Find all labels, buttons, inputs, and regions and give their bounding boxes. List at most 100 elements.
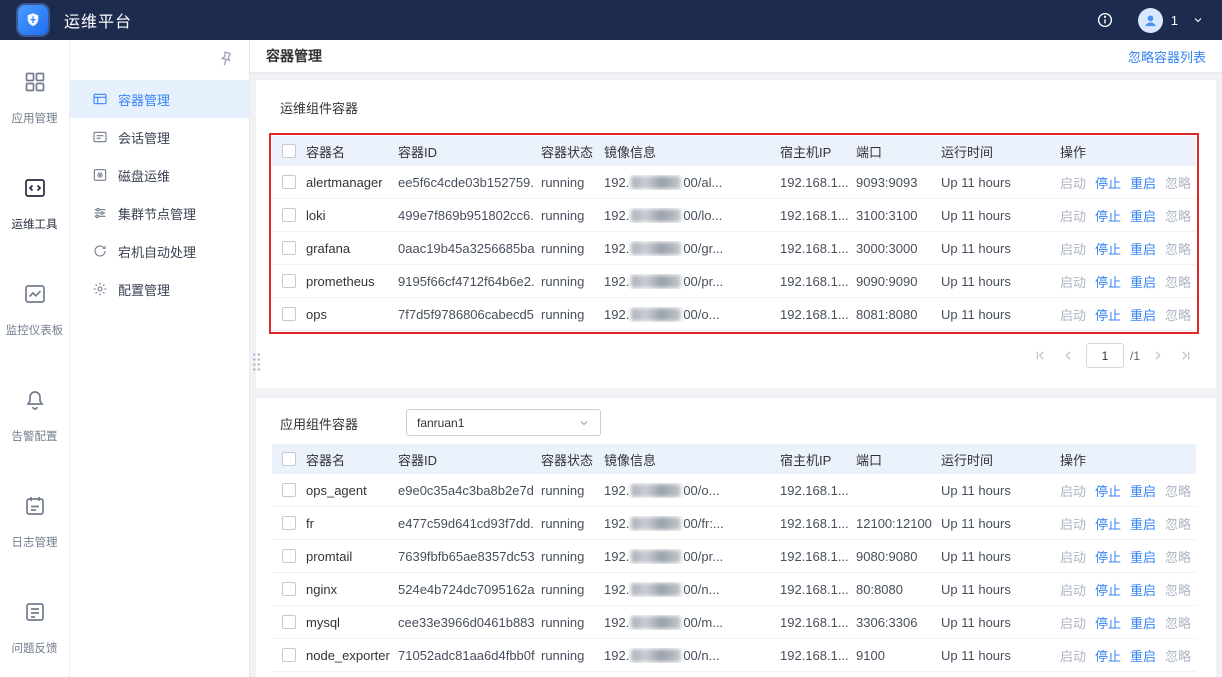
row-checkbox[interactable] xyxy=(282,208,296,222)
action-restart-link[interactable]: 重启 xyxy=(1130,613,1156,632)
action-ignore-link[interactable]: 忽略 xyxy=(1165,613,1191,632)
action-stop-link[interactable]: 停止 xyxy=(1095,646,1121,665)
action-stop-link[interactable]: 停止 xyxy=(1095,305,1121,324)
action-ignore-link[interactable]: 忽略 xyxy=(1165,239,1191,258)
table-row: promtail 7639fbfb65ae8357dc53... running 19… xyxy=(272,540,1196,573)
action-ignore-link[interactable]: 忽略 xyxy=(1165,580,1191,599)
action-ignore-link[interactable]: 忽略 xyxy=(1165,272,1191,291)
action-start-link[interactable]: 启动 xyxy=(1060,173,1086,192)
row-checkbox[interactable] xyxy=(282,241,296,255)
sidebar-item-log-management[interactable]: 日志管理 xyxy=(12,494,58,550)
action-restart-link[interactable]: 重启 xyxy=(1130,514,1156,533)
submenu-item-cluster-node-management[interactable]: 集群节点管理 xyxy=(70,194,249,232)
sidebar-item-app-management[interactable]: 应用管理 xyxy=(12,70,58,126)
action-start-link[interactable]: 启动 xyxy=(1060,305,1086,324)
action-ignore-link[interactable]: 忽略 xyxy=(1165,481,1191,500)
action-start-link[interactable]: 启动 xyxy=(1060,613,1086,632)
submenu-item-disk-ops[interactable]: 磁盘运维 xyxy=(70,156,249,194)
port-mapping: 9093:9093 xyxy=(856,174,918,190)
action-start-link[interactable]: 启动 xyxy=(1060,514,1086,533)
action-ignore-link[interactable]: 忽略 xyxy=(1165,206,1191,225)
action-restart-link[interactable]: 重启 xyxy=(1130,206,1156,225)
first-page-button[interactable] xyxy=(1030,344,1052,368)
action-restart-link[interactable]: 重启 xyxy=(1130,580,1156,599)
action-stop-link[interactable]: 停止 xyxy=(1095,206,1121,225)
row-checkbox[interactable] xyxy=(282,175,296,189)
pin-icon[interactable] xyxy=(215,48,237,70)
action-start-link[interactable]: 启动 xyxy=(1060,206,1086,225)
image-info: 192. 00/fr:... xyxy=(598,516,774,531)
host-ip: 192.168.1... xyxy=(780,482,849,498)
image-prefix: 192. xyxy=(604,174,630,190)
action-ignore-link[interactable]: 忽略 xyxy=(1165,646,1191,665)
info-icon[interactable] xyxy=(1096,11,1114,29)
action-ignore-link[interactable]: 忽略 xyxy=(1165,173,1191,192)
column-header-uptime: 运行时间 xyxy=(941,452,994,468)
action-ignore-link[interactable]: 忽略 xyxy=(1165,547,1191,566)
next-page-button[interactable] xyxy=(1146,344,1168,368)
row-checkbox[interactable] xyxy=(282,144,296,158)
uptime: Up 11 hours xyxy=(941,207,1011,223)
action-restart-link[interactable]: 重启 xyxy=(1130,239,1156,258)
action-restart-link[interactable]: 重启 xyxy=(1130,547,1156,566)
sidebar-item-monitor-dashboard[interactable]: 监控仪表板 xyxy=(6,282,63,338)
action-stop-link[interactable]: 停止 xyxy=(1095,613,1121,632)
action-restart-link[interactable]: 重启 xyxy=(1130,481,1156,500)
submenu-item-session-management[interactable]: 会话管理 xyxy=(70,118,249,156)
action-stop-link[interactable]: 停止 xyxy=(1095,514,1121,533)
row-checkbox[interactable] xyxy=(282,549,296,563)
submenu-item-downtime-auto-handling[interactable]: 宕机自动处理 xyxy=(70,232,249,270)
row-actions: 启动 停止 重启 忽略 xyxy=(1054,514,1196,533)
page-input[interactable] xyxy=(1085,343,1124,368)
action-start-link[interactable]: 启动 xyxy=(1060,580,1086,599)
action-stop-link[interactable]: 停止 xyxy=(1095,547,1121,566)
last-page-button[interactable] xyxy=(1174,344,1196,368)
chevron-down-icon[interactable] xyxy=(1192,14,1204,26)
action-start-link[interactable]: 启动 xyxy=(1060,272,1086,291)
action-restart-link[interactable]: 重启 xyxy=(1130,646,1156,665)
panel-resize-handle[interactable] xyxy=(252,352,261,372)
prev-page-button[interactable] xyxy=(1058,344,1080,368)
port-mapping: 8081:8080 xyxy=(856,306,918,322)
action-start-link[interactable]: 启动 xyxy=(1060,646,1086,665)
action-start-link[interactable]: 启动 xyxy=(1060,481,1086,500)
row-checkbox[interactable] xyxy=(282,582,296,596)
sidebar-item-alert-config[interactable]: 告警配置 xyxy=(12,388,58,444)
port-mapping: 12100:12100 ... xyxy=(856,515,935,531)
app-containers-table: 容器名 容器ID 容器状态 镜像信息 宿主机IP 端口 运行时间 操作 ops_agent e9e… xyxy=(272,444,1196,672)
action-ignore-link[interactable]: 忽略 xyxy=(1165,305,1191,324)
image-suffix: 00/n... xyxy=(683,647,720,663)
row-checkbox[interactable] xyxy=(282,516,296,530)
submenu-item-config-management[interactable]: 配置管理 xyxy=(70,270,249,308)
action-start-link[interactable]: 启动 xyxy=(1060,239,1086,258)
sidebar-item-ops-tools[interactable]: 运维工具 xyxy=(12,176,58,232)
page-title: 容器管理 xyxy=(266,48,322,64)
avatar-icon[interactable] xyxy=(1137,7,1163,33)
page-header: 容器管理 忽略容器列表 xyxy=(250,40,1222,73)
action-start-link[interactable]: 启动 xyxy=(1060,547,1086,566)
ignore-container-list-link[interactable]: 忽略容器列表 xyxy=(1128,47,1206,66)
row-checkbox[interactable] xyxy=(282,452,296,466)
action-restart-link[interactable]: 重启 xyxy=(1130,272,1156,291)
action-restart-link[interactable]: 重启 xyxy=(1130,305,1156,324)
image-prefix: 192. xyxy=(604,207,630,223)
sidebar-item-feedback[interactable]: 问题反馈 xyxy=(12,600,58,656)
row-checkbox[interactable] xyxy=(282,307,296,321)
row-checkbox[interactable] xyxy=(282,648,296,662)
action-stop-link[interactable]: 停止 xyxy=(1095,272,1121,291)
app-containers-card: 应用组件容器 fanruan1 容器名 容器ID 容器状态 镜像信息 宿主机IP 端口 运行… xyxy=(256,398,1216,677)
action-ignore-link[interactable]: 忽略 xyxy=(1165,514,1191,533)
action-stop-link[interactable]: 停止 xyxy=(1095,481,1121,500)
action-stop-link[interactable]: 停止 xyxy=(1095,173,1121,192)
container-id: cee33e3966d0461b883... xyxy=(398,614,535,630)
app-group-select[interactable]: fanruan1 xyxy=(406,409,601,436)
action-stop-link[interactable]: 停止 xyxy=(1095,580,1121,599)
submenu-item-container-management[interactable]: 容器管理 xyxy=(70,80,249,118)
container-id: 7f7d5f9786806cabecd5... xyxy=(398,306,535,322)
section-title-ops: 运维组件容器 xyxy=(280,101,359,116)
action-stop-link[interactable]: 停止 xyxy=(1095,239,1121,258)
row-checkbox[interactable] xyxy=(282,615,296,629)
action-restart-link[interactable]: 重启 xyxy=(1130,173,1156,192)
row-checkbox[interactable] xyxy=(282,274,296,288)
row-checkbox[interactable] xyxy=(282,483,296,497)
